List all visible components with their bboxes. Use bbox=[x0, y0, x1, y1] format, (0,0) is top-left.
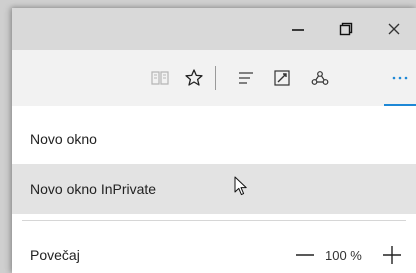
reading-view-button[interactable] bbox=[144, 50, 176, 106]
close-icon bbox=[388, 23, 400, 35]
zoom-out-button[interactable] bbox=[294, 230, 316, 273]
browser-toolbar bbox=[12, 50, 416, 106]
hub-button[interactable] bbox=[230, 50, 262, 106]
plus-icon bbox=[383, 246, 401, 264]
menu-item-new-window[interactable]: Novo okno bbox=[12, 114, 416, 164]
reading-view-icon bbox=[151, 71, 169, 85]
restore-button[interactable] bbox=[322, 8, 370, 50]
menu-item-label: Novo okno InPrivate bbox=[30, 181, 157, 197]
more-icon bbox=[392, 76, 408, 80]
share-button[interactable] bbox=[304, 50, 336, 106]
more-button[interactable] bbox=[384, 50, 416, 106]
hub-icon bbox=[239, 72, 253, 84]
star-icon bbox=[185, 69, 203, 86]
minimize-button[interactable] bbox=[274, 8, 322, 50]
browser-more-menu-panel: Novo okno Novo okno InPrivate Povečaj 10… bbox=[12, 8, 416, 273]
zoom-in-button[interactable] bbox=[381, 230, 403, 273]
close-button[interactable] bbox=[370, 8, 416, 50]
minimize-icon bbox=[292, 29, 304, 31]
mouse-pointer-icon bbox=[234, 176, 247, 196]
menu-item-label: Novo okno bbox=[30, 131, 97, 147]
menu-item-new-inprivate-window[interactable]: Novo okno InPrivate bbox=[12, 164, 416, 214]
minus-icon bbox=[296, 254, 314, 256]
web-note-button[interactable] bbox=[266, 50, 298, 106]
zoom-label: Povečaj bbox=[30, 247, 80, 263]
zoom-level-value: 100 % bbox=[325, 247, 362, 263]
toolbar-separator bbox=[215, 66, 216, 90]
web-note-icon bbox=[274, 70, 290, 86]
more-button-active-indicator bbox=[384, 104, 416, 106]
menu-item-zoom: Povečaj 100 % bbox=[12, 230, 416, 273]
favorites-button[interactable] bbox=[178, 50, 210, 106]
title-bar bbox=[12, 8, 416, 50]
menu-divider bbox=[22, 220, 406, 221]
restore-icon bbox=[339, 22, 353, 36]
share-icon bbox=[311, 71, 329, 85]
